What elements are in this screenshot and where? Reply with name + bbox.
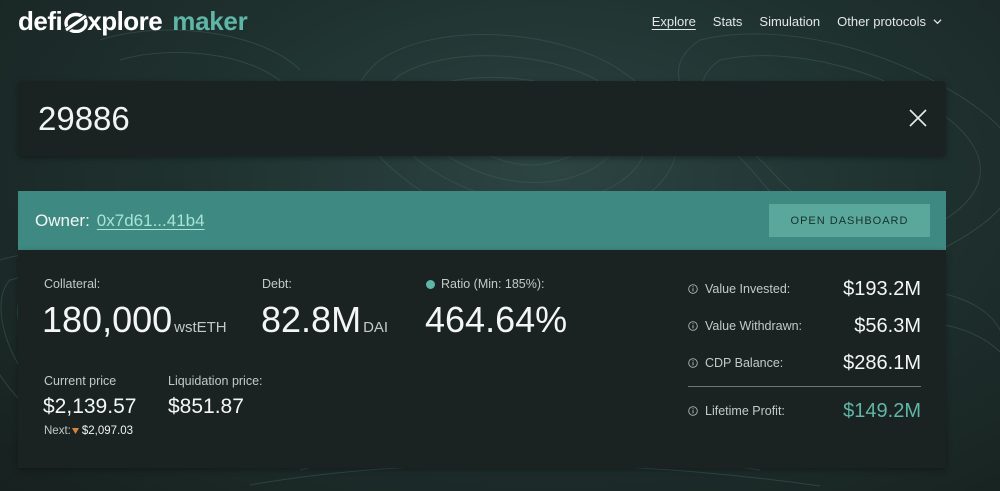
liquidation-price-value: $851.87 (168, 395, 244, 418)
logo-text-defi: defi (18, 6, 63, 36)
collateral-unit: wstETH (174, 319, 227, 336)
current-price-value: $2,139.57 (43, 395, 137, 418)
open-dashboard-button[interactable]: OPEN DASHBOARD (769, 204, 930, 237)
stat-label: CDP Balance: (705, 356, 784, 370)
ratio-status-dot (426, 279, 435, 289)
logo-text-maker: maker (172, 6, 248, 36)
defiexplore-logo[interactable]: defi xplore maker (18, 6, 248, 37)
stat-value-withdrawn: Value Withdrawn: $56.3M (688, 314, 921, 338)
debt-unit: DAI (363, 319, 389, 336)
logo-text-explore: xplore (87, 6, 163, 36)
info-icon[interactable] (688, 284, 698, 294)
info-icon[interactable] (688, 406, 698, 416)
liquidation-price-label: Liquidation price: (168, 374, 263, 388)
debt-value: 82.8M (261, 299, 362, 340)
collateral-label: Collateral: (44, 277, 101, 291)
info-icon[interactable] (688, 321, 698, 331)
stat-label: Value Withdrawn: (705, 319, 803, 333)
info-icon[interactable] (688, 358, 698, 368)
top-header: defi xplore maker Explore Stats Simulati… (0, 0, 1000, 44)
stat-value-invested: Value Invested: $193.2M (688, 277, 921, 301)
debt-label: Debt: (262, 277, 292, 291)
vault-details-panel: Collateral: 180,000 wstETH Debt: 82.8M DAI… (18, 250, 946, 468)
ratio-label-group: Ratio (Min: 185%): (426, 277, 545, 291)
nav-other-protocols-label: Other protocols (837, 14, 926, 29)
owner-bar: Owner: 0x7d61...41b4 OPEN DASHBOARD (18, 191, 946, 250)
stat-value: $149.2M (843, 399, 921, 422)
vault-search-input[interactable] (38, 97, 858, 141)
nav-explore[interactable]: Explore (652, 14, 696, 29)
stats-divider (688, 386, 921, 387)
nav-simulation[interactable]: Simulation (759, 14, 820, 29)
stat-value: $193.2M (843, 277, 921, 300)
owner-label: Owner: (35, 210, 90, 230)
stat-cdp-balance: CDP Balance: $286.1M (688, 351, 921, 375)
vault-search-box (18, 81, 946, 156)
next-price-label: Next: (44, 425, 71, 437)
collateral-value: 180,000 (42, 299, 173, 340)
debt-value-group: 82.8M DAI (261, 299, 388, 341)
nav-other-protocols[interactable]: Other protocols (837, 14, 942, 29)
stat-value: $286.1M (843, 351, 921, 374)
next-price-value: $2,097.03 (81, 425, 134, 437)
logo-swirl-icon (63, 12, 89, 33)
stat-value: $56.3M (854, 314, 921, 337)
stat-lifetime-profit: Lifetime Profit: $149.2M (688, 399, 921, 423)
nav-stats[interactable]: Stats (713, 14, 743, 29)
stat-label: Lifetime Profit: (705, 404, 785, 418)
stat-label: Value Invested: (705, 282, 791, 296)
close-icon[interactable] (908, 108, 928, 128)
main-nav: Explore Stats Simulation Other protocols (652, 14, 942, 29)
ratio-label: Ratio (Min: 185%): (441, 277, 545, 291)
chevron-down-icon (933, 19, 942, 25)
down-arrow-icon (71, 428, 79, 434)
next-price: Next: $2,097.03 (44, 425, 133, 437)
collateral-value-group: 180,000 wstETH (42, 299, 227, 341)
owner-address-link[interactable]: 0x7d61...41b4 (97, 211, 205, 231)
current-price-label: Current price (44, 374, 117, 388)
ratio-value: 464.64% (425, 299, 568, 340)
